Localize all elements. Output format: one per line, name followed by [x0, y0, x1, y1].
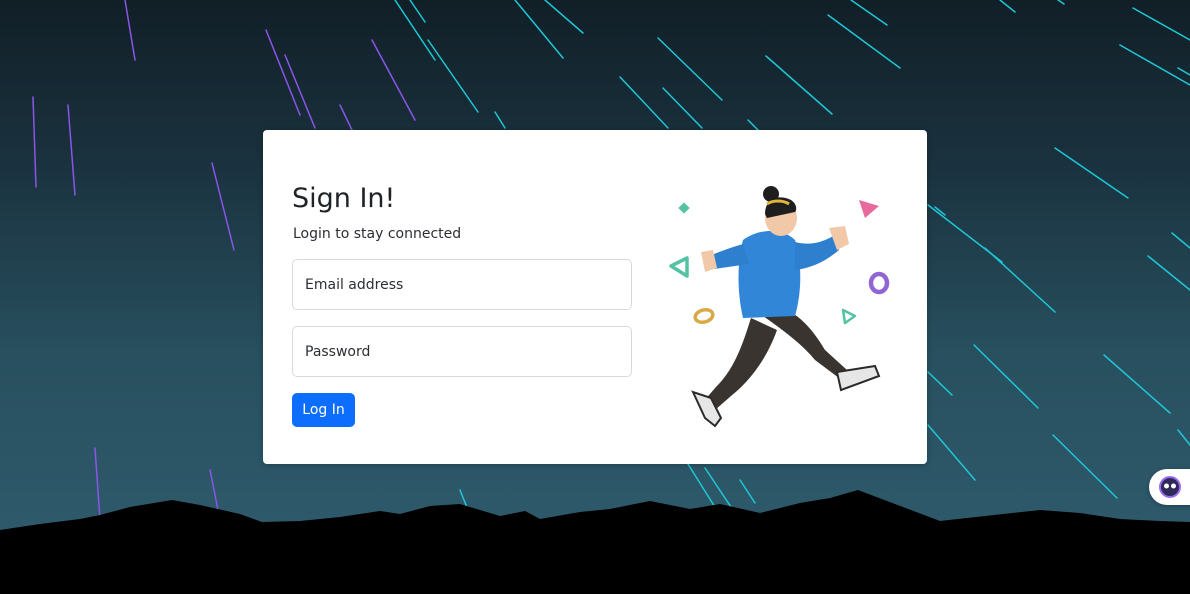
chat-assistant-icon [1159, 476, 1181, 498]
login-button[interactable]: Log In [292, 393, 355, 427]
password-field[interactable]: Password [292, 326, 632, 377]
page-title: Sign In! [292, 183, 396, 214]
login-card: Sign In! Login to stay connected Email a… [263, 130, 927, 464]
email-label: Email address [305, 277, 404, 293]
login-page: Sign In! Login to stay connected Email a… [0, 0, 1190, 594]
password-label: Password [305, 344, 371, 360]
subtitle: Login to stay connected [293, 226, 462, 242]
chat-assistant-button[interactable] [1149, 469, 1190, 505]
running-person-illustration [669, 186, 890, 428]
email-field[interactable]: Email address [292, 259, 632, 310]
